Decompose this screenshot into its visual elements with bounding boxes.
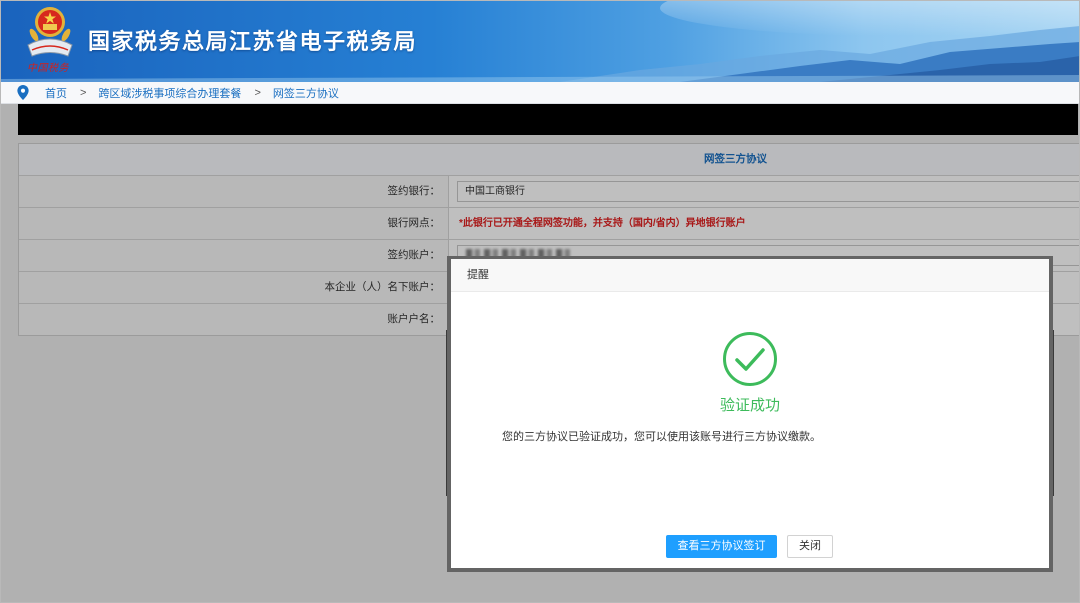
breadcrumb-separator: >: [254, 86, 261, 99]
tax-emblem-icon: [27, 7, 73, 57]
dialog-title: 提醒: [467, 269, 489, 281]
site-title: 国家税务总局江苏省电子税务局: [88, 29, 418, 54]
breadcrumb-current-page[interactable]: 网签三方协议: [273, 85, 339, 101]
close-button[interactable]: 关闭: [787, 535, 833, 558]
breadcrumb-package-link[interactable]: 跨区域涉税事项综合办理套餐: [98, 85, 241, 101]
breadcrumb-home-link[interactable]: 首页: [45, 85, 67, 101]
site-header: 中国税务 国家税务总局江苏省电子税务局: [0, 0, 1080, 82]
status-text: 验证成功: [719, 397, 780, 414]
breadcrumb-items: 首页 > 跨区域涉税事项综合办理套餐 > 网签三方协议: [45, 82, 339, 103]
view-agreement-button[interactable]: 查看三方协议签订: [666, 535, 777, 558]
logo-script-text: 中国税务: [27, 63, 69, 74]
location-pin-icon: [17, 85, 29, 100]
reminder-dialog: 提醒 验证成功 您的三方协议已验证成功，您可以使用该账号进行三方协议缴款。 查看…: [451, 259, 1049, 568]
check-circle-icon: [723, 332, 777, 386]
dialog-titlebar[interactable]: 提醒: [451, 259, 1049, 292]
dialog-message: 您的三方协议已验证成功，您可以使用该账号进行三方协议缴款。: [502, 431, 821, 443]
breadcrumb: 首页 > 跨区域涉税事项综合办理套餐 > 网签三方协议: [0, 82, 1080, 104]
page: 中国税务 国家税务总局江苏省电子税务局 首页 > 跨区域涉税事项综合办理套餐 >…: [0, 0, 1080, 603]
breadcrumb-separator: >: [80, 86, 87, 99]
